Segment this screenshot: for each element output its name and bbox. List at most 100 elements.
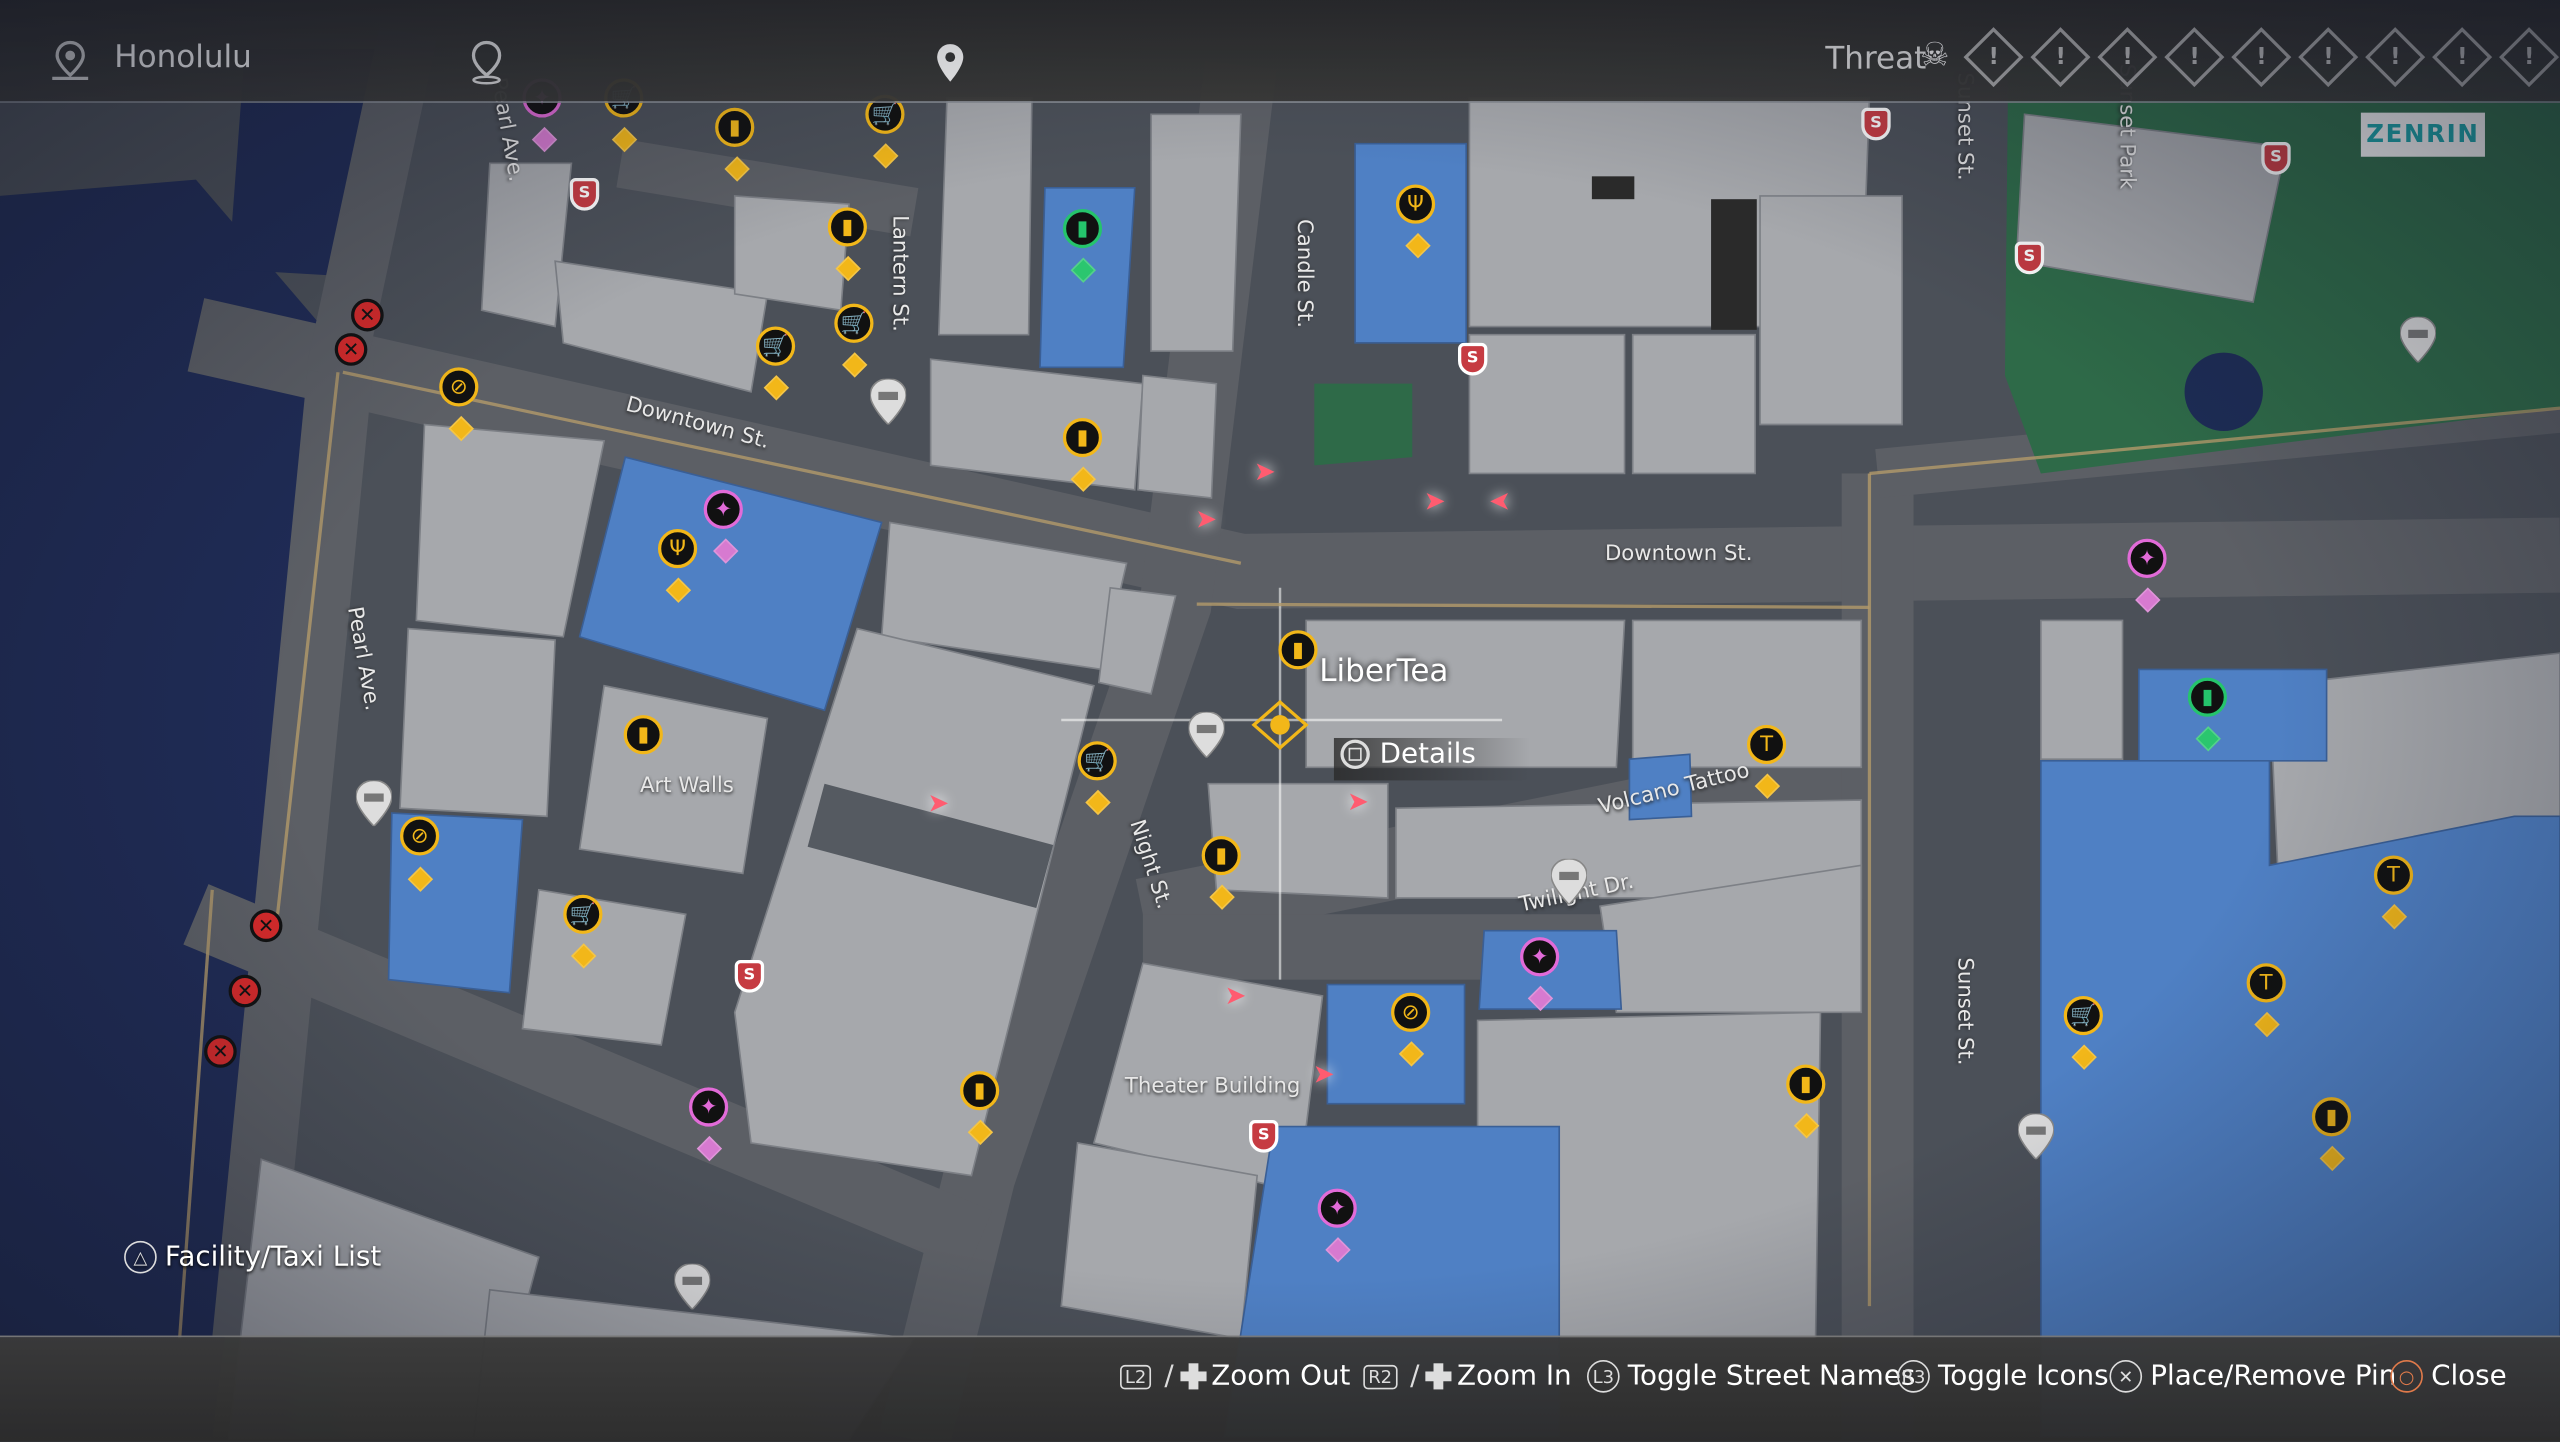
close-label: Close bbox=[2431, 1360, 2507, 1393]
closed-x-icon[interactable]: ✕ bbox=[334, 333, 368, 366]
zoom-in-control[interactable]: R2/Zoom In bbox=[1363, 1360, 1572, 1393]
closed-x-icon[interactable]: ✕ bbox=[351, 298, 384, 332]
place-remove-pin-control[interactable]: ✕ Place/Remove Pin bbox=[2109, 1360, 2396, 1393]
place-label-art-walls: Art Walls bbox=[640, 773, 734, 799]
facility-taxi-list-button[interactable]: △ Facility/Taxi List bbox=[124, 1240, 382, 1274]
toggle-icons-label: Toggle Icons bbox=[1938, 1360, 2109, 1393]
minigame-controller-icon[interactable]: ✦ bbox=[1317, 1188, 1357, 1228]
shop-green-icon[interactable]: ▮ bbox=[1062, 208, 1103, 249]
closed-shop-icon[interactable]: ⊘ bbox=[400, 816, 440, 856]
security-shield-icon[interactable]: S bbox=[1249, 1120, 1279, 1153]
threat-level-icon: ! bbox=[2499, 27, 2560, 88]
security-shield-icon[interactable]: S bbox=[2261, 142, 2291, 175]
map-provider-logo: ZENRIN bbox=[2360, 112, 2485, 157]
taxi-icon[interactable] bbox=[674, 1263, 711, 1310]
details-button[interactable]: Details bbox=[1333, 737, 1530, 781]
taxi-icon[interactable] bbox=[2400, 316, 2436, 363]
shop-cart-icon[interactable]: 🛒 bbox=[1077, 741, 1117, 781]
security-shield-icon[interactable]: S bbox=[1861, 107, 1891, 141]
shop-cart-icon[interactable]: 🛒 bbox=[563, 894, 603, 934]
minigame-controller-icon[interactable]: ✦ bbox=[688, 1087, 729, 1127]
map-screen: Pearl Ave. Lantern St. Candle St. Sunset… bbox=[0, 0, 2560, 1442]
closed-x-icon[interactable]: ✕ bbox=[228, 974, 262, 1008]
shop-green-icon[interactable]: ▮ bbox=[2187, 677, 2228, 717]
selected-place-name: LiberTea bbox=[1319, 653, 1449, 689]
clothing-icon[interactable]: T bbox=[1746, 724, 1787, 765]
security-shield-icon[interactable]: S bbox=[2014, 241, 2045, 275]
location-map-icon bbox=[52, 40, 89, 81]
taxi-icon[interactable] bbox=[1188, 711, 1225, 758]
closed-x-icon[interactable]: ✕ bbox=[249, 909, 283, 943]
shop-cart-icon[interactable]: 🛒 bbox=[755, 326, 796, 366]
quest-arrow-icon: ➤ bbox=[1195, 502, 1218, 534]
threat-level-icon: ! bbox=[2164, 27, 2225, 88]
l2-button-icon: L2 bbox=[1120, 1364, 1152, 1389]
toggle-street-names-control[interactable]: L3 Toggle Street Names bbox=[1586, 1360, 1916, 1393]
quest-arrow-icon: ➤ bbox=[1489, 484, 1511, 516]
drink-icon[interactable]: ▮ bbox=[623, 715, 663, 755]
closed-shop-icon[interactable]: ⊘ bbox=[439, 367, 479, 407]
circle-button-icon: ○ bbox=[2390, 1360, 2423, 1393]
drink-icon[interactable]: ▮ bbox=[715, 107, 755, 147]
zoom-in-label: Zoom In bbox=[1457, 1360, 1572, 1393]
drink-icon[interactable]: ▮ bbox=[1278, 630, 1318, 670]
closed-shop-icon[interactable]: ⊘ bbox=[1391, 992, 1431, 1032]
restaurant-icon[interactable]: Ψ bbox=[1395, 184, 1436, 224]
facility-taxi-list-label: Facility/Taxi List bbox=[164, 1240, 382, 1274]
triangle-button-icon: △ bbox=[124, 1240, 157, 1274]
drink-icon[interactable]: ▮ bbox=[1062, 417, 1103, 458]
threat-meter: ☠ ! ! ! ! ! ! ! ! ! bbox=[1914, 27, 2560, 88]
street-label-candle-st: Candle St. bbox=[1291, 218, 1316, 328]
r3-stick-icon: R3 bbox=[1897, 1360, 1930, 1393]
player-cursor-icon bbox=[1251, 699, 1309, 750]
security-shield-icon[interactable]: S bbox=[569, 177, 600, 211]
minigame-controller-icon[interactable]: ✦ bbox=[703, 489, 743, 529]
l3-stick-icon: L3 bbox=[1586, 1360, 1620, 1393]
drink-icon[interactable]: ▮ bbox=[1786, 1064, 1826, 1104]
cross-button-icon: ✕ bbox=[2109, 1360, 2143, 1393]
zoom-out-label: Zoom Out bbox=[1211, 1360, 1351, 1393]
restaurant-icon[interactable]: Ψ bbox=[657, 528, 698, 569]
street-label-lantern-st: Lantern St. bbox=[886, 215, 912, 332]
minigame-controller-icon[interactable]: ✦ bbox=[2127, 538, 2167, 578]
street-label-downtown-st-east: Downtown St. bbox=[1604, 542, 1753, 567]
place-label-theater-building: Theater Building bbox=[1124, 1074, 1301, 1099]
security-shield-icon[interactable]: S bbox=[734, 960, 765, 993]
details-label: Details bbox=[1379, 737, 1476, 771]
threat-level-icon: ! bbox=[2432, 27, 2493, 88]
quest-arrow-icon: ➤ bbox=[1346, 785, 1369, 817]
zoom-out-control[interactable]: L2/Zoom Out bbox=[1120, 1360, 1350, 1393]
dpad-icon bbox=[1425, 1363, 1453, 1390]
threat-level-icon: ! bbox=[2365, 27, 2426, 88]
shop-cart-icon[interactable]: 🛒 bbox=[834, 303, 874, 343]
clothing-icon[interactable]: T bbox=[2246, 963, 2286, 1003]
closed-x-icon[interactable]: ✕ bbox=[204, 1035, 237, 1068]
quest-arrow-icon: ➤ bbox=[927, 786, 950, 818]
quest-arrow-icon: ➤ bbox=[1423, 484, 1446, 516]
pin-drop-icon[interactable] bbox=[469, 39, 505, 85]
location-name: Honolulu bbox=[114, 39, 252, 76]
drink-icon[interactable]: ▮ bbox=[1201, 835, 1241, 876]
shop-cart-icon[interactable]: 🛒 bbox=[2063, 995, 2103, 1036]
threat-skull-icon: ☠ bbox=[1920, 34, 1950, 74]
taxi-icon[interactable] bbox=[2018, 1113, 2054, 1160]
toggle-icons-control[interactable]: R3 Toggle Icons bbox=[1897, 1360, 2109, 1393]
street-label-sunset-st: Sunset St. bbox=[1952, 957, 1977, 1066]
close-control[interactable]: ○ Close bbox=[2390, 1360, 2507, 1393]
quest-arrow-icon: ➤ bbox=[1253, 455, 1276, 487]
drink-icon[interactable]: ▮ bbox=[2311, 1097, 2352, 1137]
quest-arrow-icon: ➤ bbox=[1224, 979, 1247, 1011]
clothing-icon[interactable]: T bbox=[2373, 855, 2414, 895]
minigame-controller-icon[interactable]: ✦ bbox=[1520, 937, 1560, 977]
threat-label: Threat bbox=[1825, 40, 1927, 77]
toggle-street-names-label: Toggle Street Names bbox=[1627, 1360, 1916, 1393]
taxi-icon[interactable] bbox=[1551, 858, 1587, 905]
drink-icon[interactable]: ▮ bbox=[827, 207, 867, 247]
compass-pin-icon[interactable] bbox=[934, 42, 967, 84]
security-shield-icon[interactable]: S bbox=[1458, 342, 1488, 376]
taxi-icon[interactable] bbox=[870, 378, 907, 425]
taxi-icon[interactable] bbox=[355, 780, 392, 827]
drink-icon[interactable]: ▮ bbox=[960, 1071, 1000, 1111]
square-button-icon bbox=[1340, 739, 1370, 770]
r2-button-icon: R2 bbox=[1363, 1364, 1398, 1389]
